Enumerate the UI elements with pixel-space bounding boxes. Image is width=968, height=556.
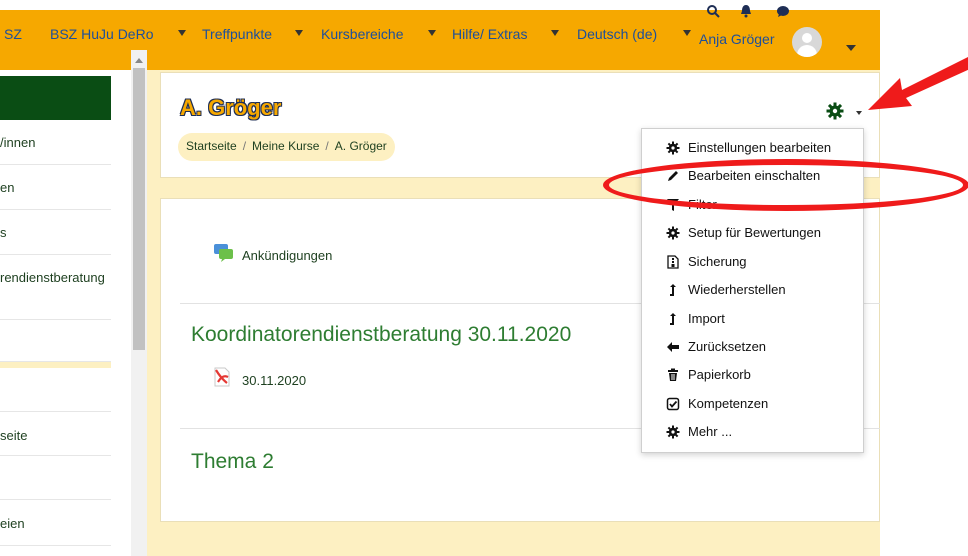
menu-item-recycle-bin[interactable]: Papierkorb bbox=[642, 363, 863, 387]
cog-icon bbox=[666, 226, 680, 240]
drawer-item-label: en bbox=[0, 180, 15, 195]
breadcrumb: Startseite / Meine Kurse / A. Gröger bbox=[178, 133, 395, 161]
chevron-down-icon[interactable] bbox=[846, 45, 856, 51]
chevron-down-icon bbox=[178, 30, 186, 36]
file-archive-icon bbox=[667, 255, 679, 269]
page-title: A. Gröger bbox=[180, 95, 282, 120]
menu-item-label: Mehr ... bbox=[688, 424, 733, 439]
forum-icon bbox=[214, 244, 233, 262]
breadcrumb-item-home[interactable]: Startseite bbox=[186, 139, 237, 153]
drawer-course-header[interactable] bbox=[0, 76, 111, 120]
menu-item-competencies[interactable]: Kompetenzen bbox=[642, 392, 863, 416]
chevron-down-icon bbox=[551, 30, 559, 36]
chat-icon[interactable] bbox=[776, 5, 790, 18]
drawer-item[interactable]: rendienstberatung bbox=[0, 270, 111, 320]
menu-item-label: Kompetenzen bbox=[688, 396, 769, 411]
menu-item-label: Papierkorb bbox=[688, 367, 751, 382]
level-up-icon bbox=[670, 284, 676, 296]
drawer-item[interactable]: s bbox=[0, 225, 111, 255]
scroll-up-icon[interactable] bbox=[135, 58, 143, 63]
nav-item-site-fragment[interactable]: SZ bbox=[4, 26, 22, 42]
menu-item-more[interactable]: Mehr ... bbox=[642, 420, 863, 444]
menu-item-label: Wiederherstellen bbox=[688, 282, 786, 297]
search-icon[interactable] bbox=[706, 4, 720, 18]
nav-item-kursbereiche[interactable]: Kursbereiche bbox=[321, 26, 404, 42]
drawer-item-label: seite bbox=[0, 428, 28, 443]
arrow-left-icon bbox=[667, 342, 679, 352]
cog-icon bbox=[666, 425, 680, 439]
check-square-icon bbox=[666, 397, 680, 411]
cog-icon bbox=[666, 141, 680, 155]
announcements-link[interactable]: Ankündigungen bbox=[242, 248, 332, 263]
menu-item-label: Import bbox=[688, 311, 725, 326]
bell-icon[interactable] bbox=[740, 4, 752, 18]
drawer-item-label: s bbox=[0, 225, 7, 240]
drawer-item[interactable]: /innen bbox=[0, 135, 111, 165]
menu-item-edit-settings[interactable]: Einstellungen bearbeiten bbox=[642, 136, 863, 160]
course-actions-button[interactable] bbox=[826, 100, 866, 122]
menu-item-restore[interactable]: Wiederherstellen bbox=[642, 278, 863, 302]
section-title: Thema 2 bbox=[191, 450, 274, 473]
menu-item-label: Zurücksetzen bbox=[688, 339, 767, 354]
gear-icon bbox=[826, 102, 844, 120]
menu-item-label: Sicherung bbox=[688, 254, 747, 269]
section-title: Koordinatorendienstberatung 30.11.2020 bbox=[191, 323, 572, 346]
nav-item-bsz[interactable]: BSZ HuJu DeRo bbox=[50, 26, 153, 42]
drawer-scrollbar-thumb[interactable] bbox=[133, 68, 145, 350]
menu-item-label: Einstellungen bearbeiten bbox=[688, 140, 832, 155]
avatar[interactable] bbox=[792, 27, 822, 57]
nav-item-language[interactable]: Deutsch (de) bbox=[577, 26, 657, 42]
pdf-file-icon bbox=[214, 367, 230, 387]
drawer-item[interactable]: eien bbox=[0, 516, 111, 546]
menu-item-import[interactable]: Import bbox=[642, 307, 863, 331]
file-link[interactable]: 30.11.2020 bbox=[242, 373, 306, 388]
drawer-item[interactable] bbox=[0, 320, 111, 362]
drawer-item[interactable] bbox=[0, 368, 111, 412]
screenshot-root: SZ BSZ HuJu DeRo Treffpunkte Kursbereich… bbox=[0, 0, 968, 556]
menu-item-backup[interactable]: Sicherung bbox=[642, 250, 863, 274]
chevron-down-icon bbox=[683, 30, 691, 36]
annotation-arrow-icon bbox=[868, 57, 968, 110]
drawer-item[interactable]: seite bbox=[0, 428, 111, 456]
user-name[interactable]: Anja Gröger bbox=[699, 31, 774, 47]
drawer-item-label: /innen bbox=[0, 135, 36, 150]
menu-item-grade-setup[interactable]: Setup für Bewertungen bbox=[642, 221, 863, 245]
nav-item-hilfe-extras[interactable]: Hilfe/ Extras bbox=[452, 26, 527, 42]
drawer-item[interactable]: en bbox=[0, 180, 111, 210]
chevron-down-icon bbox=[428, 30, 436, 36]
level-up-icon bbox=[670, 313, 676, 325]
nav-item-treffpunkte[interactable]: Treffpunkte bbox=[202, 26, 272, 42]
drawer-item-label: rendienstberatung bbox=[0, 270, 105, 285]
annotation-ellipse bbox=[603, 159, 968, 211]
chevron-down-icon bbox=[295, 30, 303, 36]
drawer-item-label: eien bbox=[0, 516, 25, 531]
breadcrumb-item-course[interactable]: A. Gröger bbox=[335, 139, 387, 153]
menu-item-reset[interactable]: Zurücksetzen bbox=[642, 335, 863, 359]
trash-icon bbox=[668, 368, 678, 381]
menu-item-label: Setup für Bewertungen bbox=[688, 225, 821, 240]
drawer-item[interactable] bbox=[0, 456, 111, 500]
breadcrumb-item-my-courses[interactable]: Meine Kurse bbox=[252, 139, 319, 153]
